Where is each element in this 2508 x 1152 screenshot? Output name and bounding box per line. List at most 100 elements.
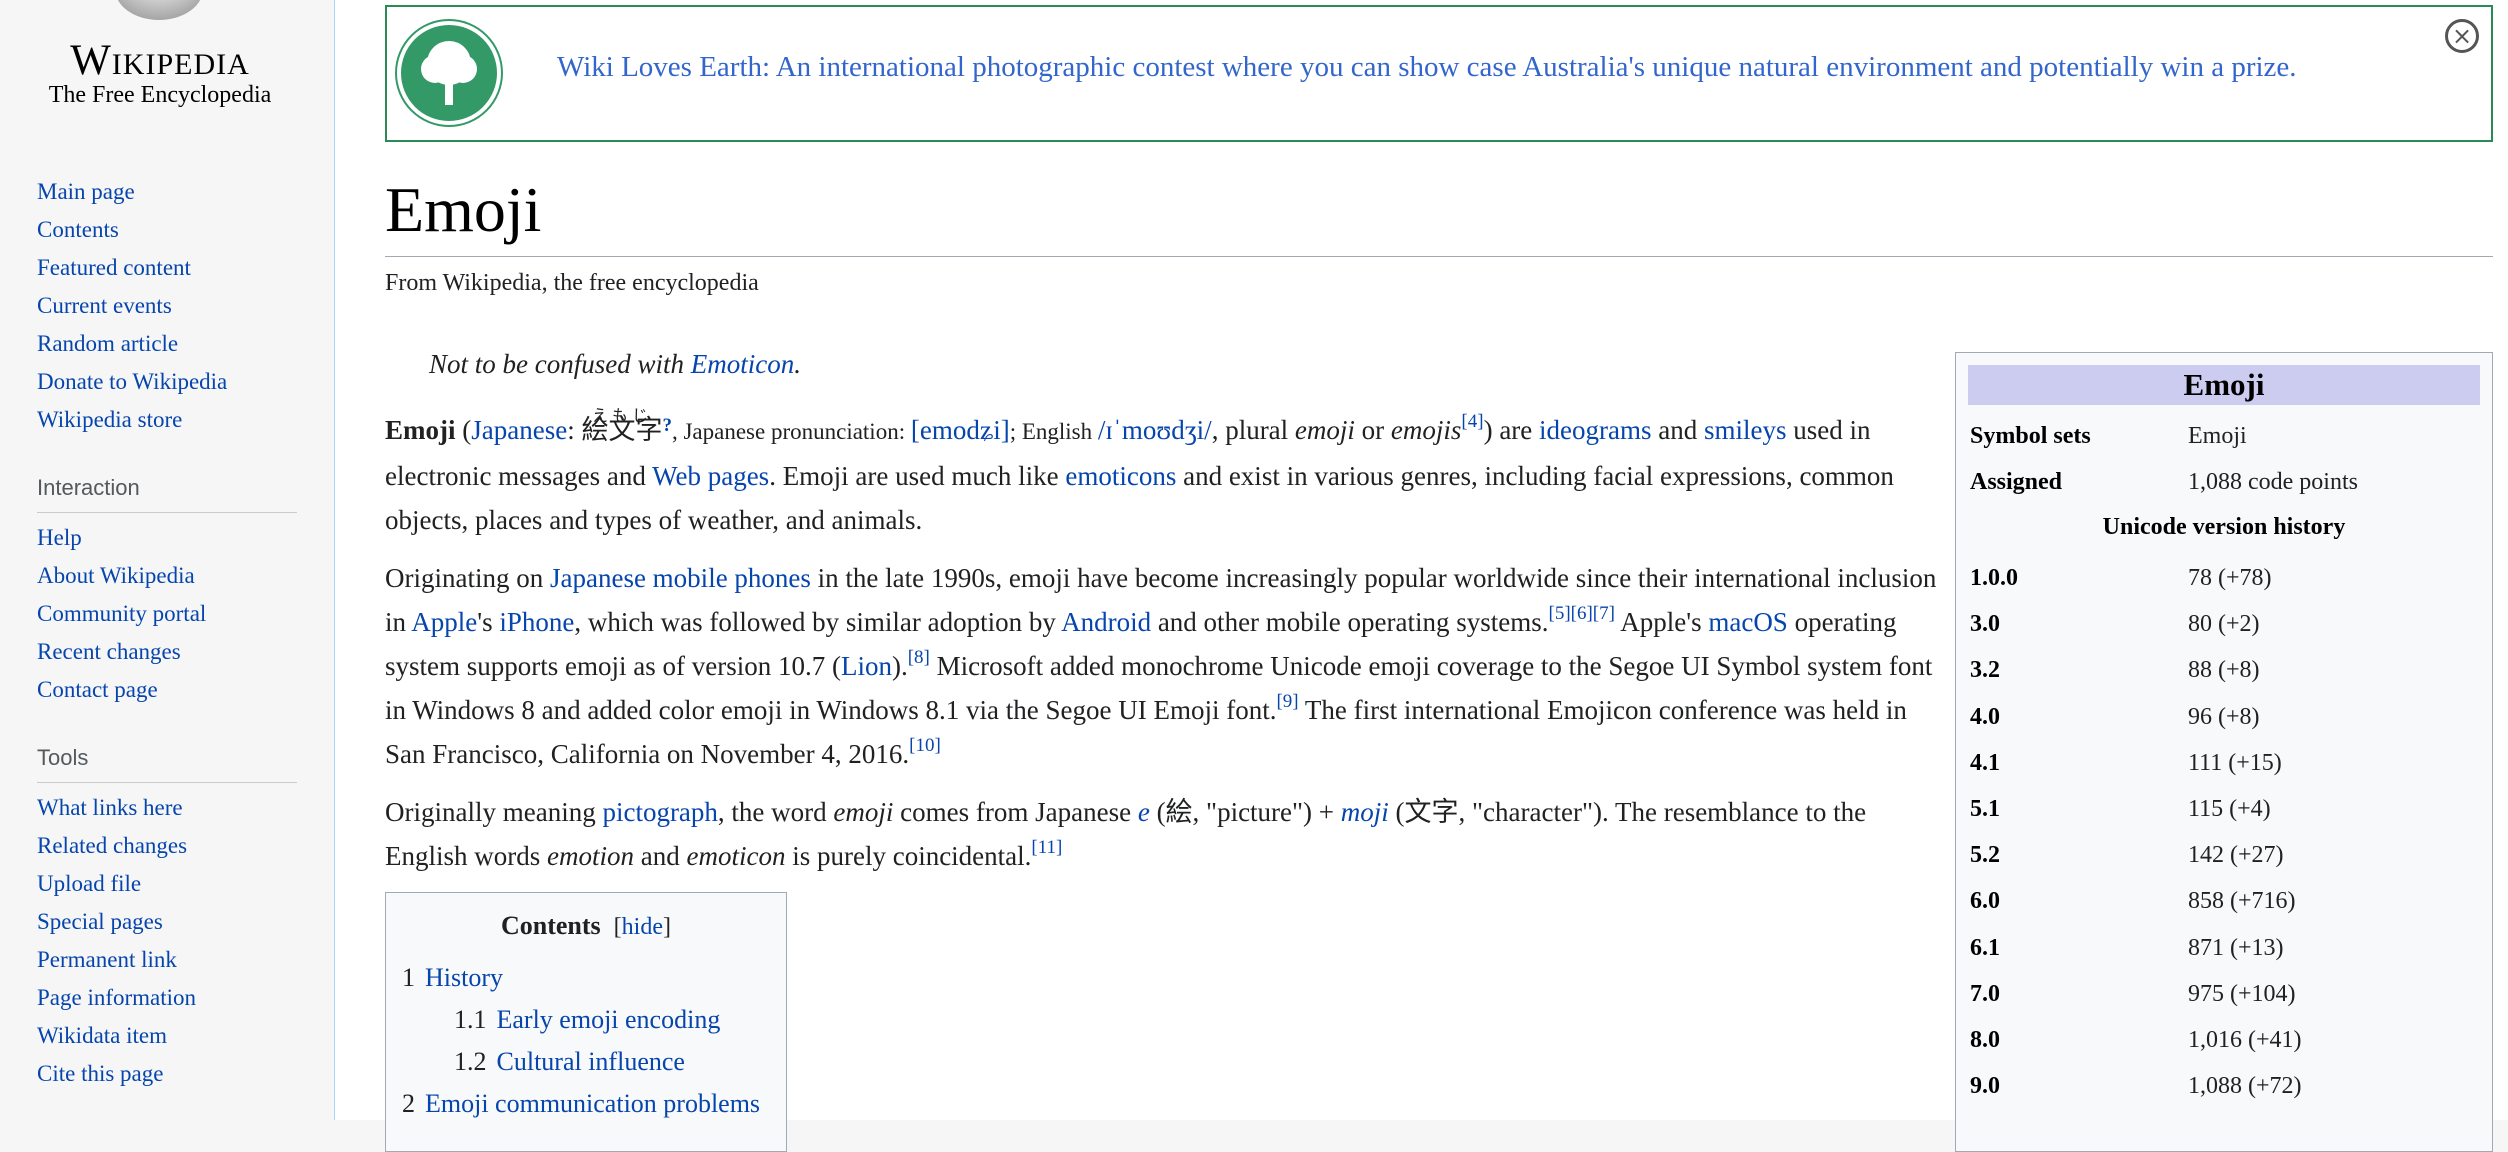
toc-item[interactable]: 2 Emoji communication problems [402, 1083, 770, 1125]
version-number: 5.2 [1970, 842, 2000, 869]
citation-9[interactable]: [9] [1276, 691, 1298, 712]
sidebar-item-special-pages[interactable]: Special pages [37, 903, 297, 941]
toc-link-early-emoji-encoding[interactable]: Early emoji encoding [497, 1005, 721, 1034]
link-e[interactable]: e [1138, 797, 1150, 827]
hatnote-link[interactable]: Emoticon [691, 349, 794, 379]
version-count: 975 (+104) [2188, 980, 2296, 1007]
citation-8[interactable]: [8] [908, 647, 930, 668]
site-notice-banner: Wiki Loves Earth: An international photo… [385, 5, 2493, 142]
infobox-version-row: 9.0 1,088 (+72) [1968, 1063, 2480, 1109]
banner-link[interactable]: Wiki Loves Earth: An international photo… [557, 51, 2297, 84]
italic-word: emoji [1294, 415, 1355, 445]
toc-link-history[interactable]: History [425, 963, 503, 992]
help-question-link[interactable]: ? [662, 415, 672, 436]
sidebar-item-about[interactable]: About Wikipedia [37, 557, 297, 595]
italic-word: emojis [1390, 415, 1462, 445]
text-segment: , Japanese pronunciation: [671, 419, 911, 444]
version-count: 858 (+716) [2188, 888, 2296, 915]
link-smileys[interactable]: smileys [1704, 415, 1787, 445]
infobox-version-row: 3.0 80 (+2) [1968, 601, 2480, 647]
furigana: えもじ [591, 408, 652, 425]
sidebar-item-page-information[interactable]: Page information [37, 979, 297, 1017]
sidebar-item-community-portal[interactable]: Community portal [37, 595, 297, 633]
sidebar-item-current-events[interactable]: Current events [37, 287, 297, 325]
toc-link-emoji-communication-problems[interactable]: Emoji communication problems [425, 1089, 760, 1118]
sidebar-item-wikidata-item[interactable]: Wikidata item [37, 1017, 297, 1055]
sidebar-heading-tools[interactable]: Tools [37, 744, 297, 783]
version-count: 871 (+13) [2188, 934, 2284, 961]
sidebar-item-featured-content[interactable]: Featured content [37, 249, 297, 287]
version-count: 1,088 (+72) [2188, 1073, 2302, 1100]
text-segment: . Emoji are used much like [769, 461, 1066, 491]
toc-link-cultural-influence[interactable]: Cultural influence [497, 1047, 685, 1076]
sidebar-item-recent-changes[interactable]: Recent changes [37, 633, 297, 671]
link-ideograms[interactable]: ideograms [1539, 415, 1651, 445]
link-macos[interactable]: macOS [1708, 607, 1787, 637]
toc-item[interactable]: 1.2 Cultural influence [402, 1041, 770, 1083]
infobox-version-row: 8.0 1,016 (+41) [1968, 1017, 2480, 1063]
toc-title: Contents [501, 911, 601, 940]
sidebar-item-what-links-here[interactable]: What links here [37, 789, 297, 827]
infobox-value: 1,088 code points [2188, 469, 2358, 495]
link-japanese[interactable]: Japanese [471, 415, 567, 445]
text-segment: , the word [717, 797, 834, 827]
citation-11[interactable]: [11] [1031, 837, 1062, 858]
text-segment: ) are [1483, 415, 1540, 445]
text-segment: comes from Japanese [893, 797, 1138, 827]
link-english-ipa[interactable]: /ɪˈmoʊdʒi/ [1098, 415, 1212, 445]
toc-item[interactable]: 1.1 Early emoji encoding [402, 999, 770, 1041]
text-segment: , plural [1211, 415, 1295, 445]
sidebar-item-cite-this-page[interactable]: Cite this page [37, 1055, 297, 1093]
toc-item[interactable]: 1 History [402, 957, 770, 999]
citation-10[interactable]: [10] [909, 735, 941, 756]
link-apple[interactable]: Apple [411, 607, 477, 637]
sidebar-item-help[interactable]: Help [37, 519, 297, 557]
sidebar-item-permanent-link[interactable]: Permanent link [37, 941, 297, 979]
wikipedia-logo[interactable]: Wikipedia The Free Encyclopedia [0, 0, 334, 140]
toc-header: Contents [hide] [402, 911, 770, 941]
version-number: 8.0 [1970, 1026, 2000, 1053]
paragraph-history: Originating on Japanese mobile phones in… [385, 556, 1945, 776]
version-number: 9.0 [1970, 1073, 2000, 1100]
italic-word: emoticon [686, 841, 786, 871]
version-count: 111 (+15) [2188, 749, 2282, 776]
infobox-version-row: 5.1 115 (+4) [1968, 786, 2480, 832]
sidebar-item-related-changes[interactable]: Related changes [37, 827, 297, 865]
sidebar-heading-interaction[interactable]: Interaction [37, 474, 297, 513]
sidebar-item-upload-file[interactable]: Upload file [37, 865, 297, 903]
sidebar-item-contact-page[interactable]: Contact page [37, 671, 297, 709]
sidebar-item-donate[interactable]: Donate to Wikipedia [37, 363, 297, 401]
bracket: ] [663, 914, 671, 940]
link-android[interactable]: Android [1061, 607, 1151, 637]
version-count: 80 (+2) [2188, 611, 2260, 638]
text-segment: 's [477, 607, 500, 637]
link-moji[interactable]: moji [1341, 797, 1389, 827]
link-lion[interactable]: Lion [841, 651, 892, 681]
paragraph-intro: Emoji (Japanese: えもじ 絵文字?, Japanese pronu… [385, 404, 1925, 542]
link-emoticons[interactable]: emoticons [1065, 461, 1176, 491]
version-count: 88 (+8) [2188, 657, 2260, 684]
text-segment: Apple's [1614, 607, 1709, 637]
citation-5-6-7[interactable]: [5][6][7] [1549, 603, 1615, 624]
sidebar-item-store[interactable]: Wikipedia store [37, 401, 297, 439]
infobox-value: Emoji [2188, 423, 2247, 449]
link-pictograph[interactable]: pictograph [602, 797, 717, 827]
toc-number: 1 [402, 963, 415, 992]
version-number: 4.0 [1970, 703, 2000, 730]
toc-hide-link[interactable]: hide [622, 914, 663, 940]
link-japanese-mobile-phones[interactable]: Japanese mobile phones [550, 563, 811, 593]
link-web-pages[interactable]: Web pages [652, 461, 769, 491]
logo-tagline: The Free Encyclopedia [48, 82, 272, 108]
version-number: 6.0 [1970, 888, 2000, 915]
close-icon[interactable]: × [2445, 19, 2479, 53]
version-count: 1,016 (+41) [2188, 1026, 2302, 1053]
version-count: 96 (+8) [2188, 703, 2260, 730]
link-iphone[interactable]: iPhone [499, 607, 574, 637]
sidebar-item-main-page[interactable]: Main page [37, 173, 297, 211]
toc-number: 2 [402, 1089, 415, 1118]
text-segment: ( [455, 415, 472, 445]
link-japanese-pronunciation[interactable]: [emodʑi] [911, 415, 1010, 445]
sidebar-item-contents[interactable]: Contents [37, 211, 297, 249]
citation-4[interactable]: [4] [1461, 411, 1483, 432]
sidebar-item-random-article[interactable]: Random article [37, 325, 297, 363]
